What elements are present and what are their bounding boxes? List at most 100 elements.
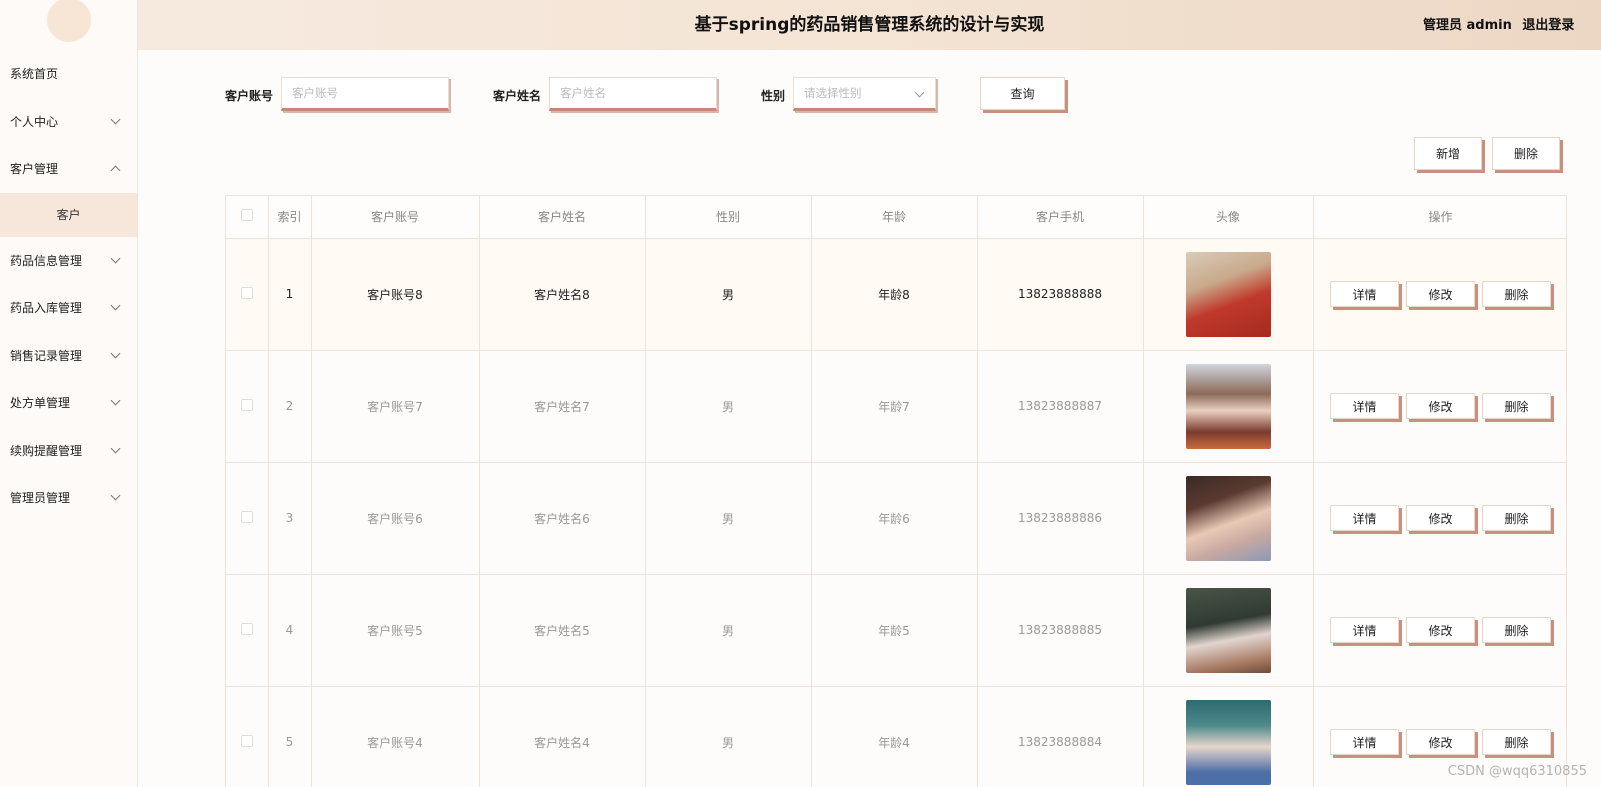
sidebar-item-label: 客户管理 [10,162,59,177]
column-header: 头像 [1143,196,1314,239]
sidebar-item-label: 销售记录管理 [10,348,83,363]
sidebar: 系统首页 个人中心 客户管理 客户 药品信息管理 药品入库管理 销售记录管理 处… [0,0,138,787]
sidebar-item-label: 处方单管理 [10,396,71,411]
delete-button[interactable]: 删除 [1482,393,1551,419]
header-select-all[interactable] [226,196,269,239]
cell-age: 年龄8 [811,238,978,351]
table-row[interactable]: 3 客户账号6 客户姓名6 男 年龄6 13823888886 详情 修改 删除 [226,462,1567,575]
chevron-down-icon [110,253,121,264]
cell-account: 客户账号4 [311,686,480,787]
cell-account: 客户账号7 [311,350,480,463]
cell-phone: 13823888887 [977,350,1144,463]
detail-button[interactable]: 详情 [1330,617,1399,643]
row-actions: 详情 修改 删除 [1314,281,1567,307]
cell-gender: 男 [645,574,812,687]
column-header: 客户姓名 [479,196,646,239]
edit-button[interactable]: 修改 [1406,281,1475,307]
delete-button[interactable]: 删除 [1482,729,1551,755]
avatar[interactable] [46,0,91,42]
user-role-label: 管理员 admin [1423,18,1512,33]
name-input[interactable]: 客户姓名 [549,77,717,111]
sidebar-item-drug-info[interactable]: 药品信息管理 [0,237,137,285]
sidebar-item-drug-stock-in[interactable]: 药品入库管理 [0,284,137,332]
cell-index: 5 [268,686,312,787]
account-label: 客户账号 [225,89,274,103]
chevron-down-icon [110,395,121,406]
sidebar-item-customer-management[interactable]: 客户管理 [0,145,137,193]
page-title: 基于spring的药品销售管理系统的设计与实现 [694,15,1045,35]
row-checkbox[interactable] [240,510,253,523]
chevron-down-icon [110,300,121,311]
cell-index: 2 [268,350,312,463]
delete-button[interactable]: 删除 [1482,505,1551,531]
edit-button[interactable]: 修改 [1406,729,1475,755]
row-actions: 详情 修改 删除 [1314,505,1567,531]
chevron-up-icon [110,165,121,176]
checkbox[interactable] [240,209,253,222]
chevron-down-icon [110,114,121,125]
table-row[interactable]: 4 客户账号5 客户姓名5 男 年龄5 13823888885 详情 修改 删除 [226,574,1566,687]
account-placeholder: 客户账号 [292,86,338,100]
row-checkbox[interactable] [240,734,253,747]
cell-gender: 男 [645,462,812,575]
cell-index: 1 [268,238,312,351]
table-row[interactable]: 1 客户账号8 客户姓名8 男 年龄8 13823888888 详情 修改 删除 [226,238,1567,351]
sidebar-item-personal-center[interactable]: 个人中心 [0,98,137,146]
row-actions: 详情 修改 删除 [1314,729,1567,755]
edit-button[interactable]: 修改 [1406,617,1475,643]
sidebar-subitem-customer[interactable]: 客户 [0,192,137,237]
avatar-photo [1185,475,1271,561]
add-button[interactable]: 新增 [1414,137,1482,170]
cell-account: 客户账号6 [311,462,480,575]
avatar-photo [1185,699,1271,785]
cell-account: 客户账号8 [311,238,480,351]
logout-link[interactable]: 退出登录 [1522,18,1574,33]
gender-select[interactable]: 请选择性别 [793,77,936,111]
table-row[interactable]: 5 客户账号4 客户姓名4 男 年龄4 13823888884 详情 修改 删除 [226,686,1567,787]
sidebar-item-label: 管理员管理 [10,491,71,506]
delete-button[interactable]: 删除 [1482,281,1551,307]
gender-placeholder: 请选择性别 [804,86,862,100]
table-row[interactable]: 2 客户账号7 客户姓名7 男 年龄7 13823888887 详情 修改 删除 [226,350,1567,463]
column-header: 年龄 [811,196,978,239]
row-checkbox[interactable] [240,622,253,635]
detail-button[interactable]: 详情 [1330,729,1399,755]
edit-button[interactable]: 修改 [1406,393,1475,419]
sidebar-item-admin-management[interactable]: 管理员管理 [0,474,137,522]
cell-gender: 男 [645,686,812,787]
sidebar-item-sales-records[interactable]: 销售记录管理 [0,332,137,380]
delete-button[interactable]: 删除 [1482,617,1551,643]
sidebar-item-label: 续购提醒管理 [10,443,83,458]
sidebar-item-label: 药品入库管理 [10,301,83,316]
row-checkbox[interactable] [240,286,253,299]
avatar-photo [1185,251,1271,337]
detail-button[interactable]: 详情 [1330,281,1399,307]
top-header: 基于spring的药品销售管理系统的设计与实现 管理员 admin 退出登录 [138,0,1601,50]
edit-button[interactable]: 修改 [1406,505,1475,531]
cell-phone: 13823888885 [977,574,1144,687]
sidebar-item-label: 系统首页 [10,67,59,82]
cell-age: 年龄7 [811,350,978,463]
sidebar-item-home[interactable]: 系统首页 [0,50,137,98]
detail-button[interactable]: 详情 [1330,505,1399,531]
query-button[interactable]: 查询 [980,77,1065,110]
sidebar-menu: 系统首页 个人中心 客户管理 客户 药品信息管理 药品入库管理 销售记录管理 处… [0,50,137,522]
sidebar-item-renewal-reminders[interactable]: 续购提醒管理 [0,427,137,475]
cell-name: 客户姓名6 [479,462,646,575]
gender-label: 性别 [761,89,786,103]
batch-delete-button[interactable]: 删除 [1492,137,1560,170]
cell-name: 客户姓名8 [479,238,646,351]
cell-index: 4 [268,574,312,687]
row-actions: 详情 修改 删除 [1314,393,1567,419]
avatar-photo [1185,363,1271,449]
row-checkbox[interactable] [240,398,253,411]
sidebar-item-prescriptions[interactable]: 处方单管理 [0,379,137,427]
chevron-down-icon [110,443,121,454]
cell-account: 客户账号5 [311,574,480,687]
sidebar-item-label: 个人中心 [10,114,59,129]
cell-name: 客户姓名7 [479,350,646,463]
account-input[interactable]: 客户账号 [281,77,449,111]
cell-gender: 男 [645,350,812,463]
detail-button[interactable]: 详情 [1330,393,1399,419]
name-label: 客户姓名 [493,89,542,103]
